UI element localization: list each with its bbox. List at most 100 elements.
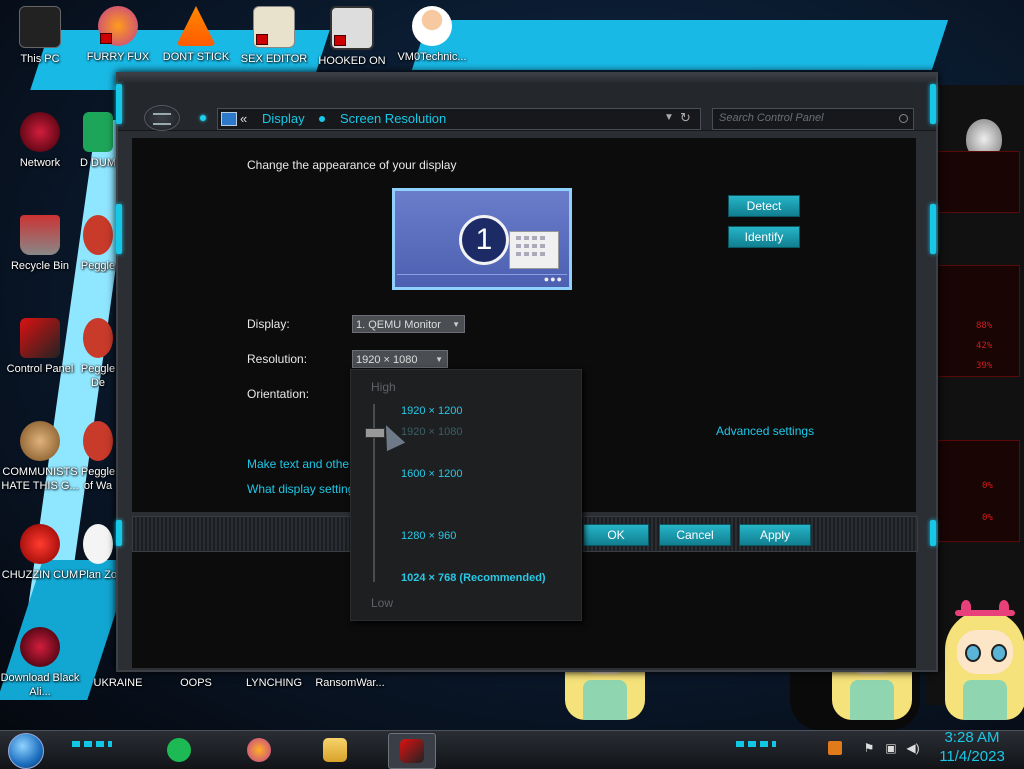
desktop-icon-oops[interactable]: OOPS — [156, 676, 236, 690]
breadcrumb-display[interactable]: Display — [262, 111, 305, 126]
display-label: Display: — [247, 317, 290, 331]
desktop-icon-ukraine[interactable]: UKRAINE — [78, 676, 158, 690]
peggle-icon — [83, 421, 113, 461]
desktop-icon-communists[interactable]: COMMUNISTS HATE THIS G... — [0, 421, 80, 493]
desktop-icon-chuzzin-cum[interactable]: CHUZZIN CUM — [0, 524, 80, 582]
breadcrumb-screen-resolution[interactable]: Screen Resolution — [340, 111, 446, 126]
search-input[interactable]: Search Control Panel — [712, 108, 914, 130]
desktop-icon-furry-fux[interactable]: FURRY FUX — [78, 6, 158, 64]
desktop-icon-download-black[interactable]: Download Black Ali... — [0, 627, 80, 699]
desktop-icon-dum[interactable]: D DUM — [78, 112, 118, 170]
monitor-dots-icon: ●●● — [543, 274, 563, 284]
breadcrumb-overflow-icon[interactable]: « — [240, 111, 247, 126]
taskbar-app-display-settings[interactable] — [388, 733, 436, 769]
network-icon — [20, 112, 60, 152]
apply-button[interactable]: Apply — [739, 524, 811, 546]
hud-readout: 0% — [982, 513, 993, 523]
chevron-down-icon: ▼ — [452, 320, 460, 329]
identify-button[interactable]: Identify — [728, 226, 800, 248]
clock-date: 11/4/2023 — [939, 748, 1005, 765]
system-clock[interactable]: 3:28 AM 11/4/2023 — [930, 728, 1014, 766]
desktop-icon-this-pc[interactable]: This PC — [0, 6, 80, 66]
chuzzle-icon — [20, 524, 60, 564]
low-label: Low — [371, 596, 394, 610]
monitor-number: 1 — [459, 215, 509, 265]
address-bar[interactable]: « Display Screen Resolution ▼ ↻ — [217, 108, 701, 130]
chevron-down-icon[interactable]: ▼ — [664, 112, 674, 123]
desktop-icon-peggle-de[interactable]: Peggle De — [78, 318, 118, 390]
desktop-icon-network[interactable]: Network — [0, 112, 80, 170]
money-bag-icon — [20, 421, 60, 461]
taskbar-decoration — [736, 741, 776, 747]
taskbar-app-1[interactable] — [156, 733, 202, 767]
peggle-icon — [83, 215, 113, 255]
display-settings-icon — [400, 739, 424, 763]
desktop-icon-vm0technic[interactable]: VM0Technic... — [392, 6, 472, 64]
desktop-icon-recycle-bin[interactable]: Recycle Bin — [0, 215, 80, 273]
resolution-label: Resolution: — [247, 352, 308, 366]
volume-icon[interactable]: ◀) — [906, 741, 920, 755]
page-title: Change the appearance of your display — [247, 158, 457, 172]
clock-time: 3:28 AM — [944, 729, 1000, 746]
taskbar-app-explorer[interactable] — [312, 733, 358, 767]
desktop-icon-hooked-on[interactable]: HOOKED ON — [312, 6, 392, 68]
display-settings-help-link[interactable]: What display setting — [247, 482, 354, 496]
desktop-icon-peggle[interactable]: Peggle — [78, 215, 118, 273]
resolution-option[interactable]: 1600 × 1200 — [401, 468, 462, 480]
taskbar-app-firefox[interactable] — [236, 733, 282, 767]
desktop-icon-ransomware[interactable]: RansomWar... — [310, 676, 390, 690]
taskbar-decoration — [72, 741, 112, 747]
file-explorer-icon — [323, 738, 347, 762]
resolution-option[interactable]: 1280 × 960 — [401, 530, 456, 542]
start-button[interactable] — [8, 733, 44, 769]
text-size-link[interactable]: Make text and other — [247, 457, 353, 471]
hxd-editor-icon — [253, 6, 295, 48]
desktop-icon-plants-zombies[interactable]: Plan Zo — [78, 524, 118, 582]
flower-icon — [83, 524, 113, 564]
hud-readout: 39% — [976, 361, 993, 371]
hud-readout: 88% — [976, 321, 993, 331]
desktop-icon-lynching[interactable]: LYNCHING — [234, 676, 314, 690]
desktop-icon-control-panel[interactable]: Control Panel — [0, 318, 80, 376]
orientation-label: Orientation: — [247, 387, 310, 401]
resolution-option[interactable]: 1920 × 1200 — [401, 405, 462, 417]
nav-indicator — [200, 115, 206, 121]
resolution-option-recommended[interactable]: 1024 × 768 (Recommended) — [401, 572, 546, 584]
desktop-icon-peggle-wa[interactable]: Peggle of Wa — [78, 421, 118, 493]
maze-game-icon — [330, 6, 374, 50]
hud-readout: 0% — [982, 481, 993, 491]
resolution-option-current[interactable]: 1920 × 1080 — [401, 426, 462, 438]
network-status-icon[interactable]: ▣ — [884, 741, 898, 755]
alien-ware-icon — [20, 627, 60, 667]
search-icon[interactable] — [899, 114, 908, 123]
window-titlebar: « Display Screen Resolution ▼ ↻ Search C… — [116, 74, 936, 131]
display-settings-icon — [221, 112, 237, 126]
back-button[interactable] — [144, 105, 180, 131]
action-center-flag-icon[interactable]: ⚑ — [862, 741, 876, 755]
monitor-preview[interactable]: 1 ●●● — [392, 188, 572, 290]
desktop-icon-dont-stick[interactable]: DONT STICK — [156, 6, 236, 64]
app-icon — [83, 112, 113, 152]
computer-icon — [19, 6, 61, 48]
doctor-avatar-icon — [412, 6, 452, 46]
cancel-button[interactable]: Cancel — [659, 524, 731, 546]
tray-app-icon[interactable] — [828, 741, 842, 755]
recycle-bin-icon — [20, 215, 60, 255]
cartoon-character-sticker — [935, 600, 1024, 730]
ok-button[interactable]: OK — [583, 524, 649, 546]
resolution-dropdown-popup: High 1920 × 1200 1920 × 1080 1600 × 1200… — [350, 369, 582, 621]
breadcrumb-separator — [319, 116, 325, 122]
control-panel-icon — [20, 318, 60, 358]
detect-button[interactable]: Detect — [728, 195, 800, 217]
firefox-icon — [247, 738, 271, 762]
chevron-down-icon: ▼ — [435, 355, 443, 364]
resolution-select[interactable]: 1920 × 1080 ▼ — [352, 350, 448, 368]
display-select[interactable]: 1. QEMU Monitor ▼ — [352, 315, 465, 333]
firefox-icon — [98, 6, 138, 46]
high-label: High — [371, 380, 396, 394]
desktop-icon-sex-editor[interactable]: SEX EDITOR — [234, 6, 314, 66]
refresh-icon[interactable]: ↻ — [680, 110, 691, 126]
hud-readout: 42% — [976, 341, 993, 351]
vlc-cone-icon — [176, 6, 216, 46]
advanced-settings-link[interactable]: Advanced settings — [716, 424, 814, 438]
